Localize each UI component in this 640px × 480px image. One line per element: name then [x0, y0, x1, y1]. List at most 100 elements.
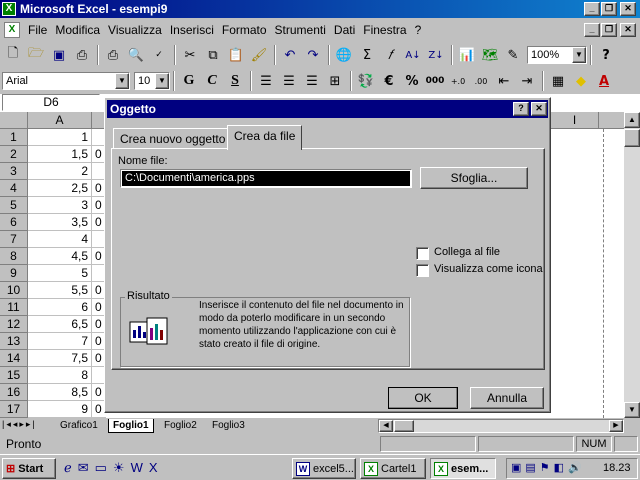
scroll-left-icon[interactable]: ◀ — [379, 420, 393, 432]
function-icon[interactable]: 𝑓 — [379, 44, 401, 66]
merge-center-icon[interactable]: ⊞ — [324, 70, 346, 92]
menu-file[interactable]: File — [24, 23, 51, 37]
dialog-help-button[interactable]: ? — [513, 102, 529, 116]
menu-formato[interactable]: Formato — [218, 23, 271, 37]
doc-close-button[interactable]: ✕ — [620, 23, 636, 37]
row-header[interactable]: 10 — [0, 282, 28, 299]
cell-a[interactable]: 5,5 — [28, 282, 92, 299]
cell-a[interactable]: 8 — [28, 367, 92, 384]
row-header[interactable]: 13 — [0, 333, 28, 350]
sheet-tab-foglio3[interactable]: Foglio3 — [208, 419, 249, 433]
drawing-icon[interactable]: ✎ — [502, 44, 524, 66]
open-folder-icon[interactable]: 🗁 — [25, 44, 47, 66]
document-icon[interactable]: X — [4, 22, 20, 38]
font-color-icon[interactable]: A — [593, 70, 615, 92]
column-header-a[interactable]: A — [28, 112, 92, 129]
row-header[interactable]: 17 — [0, 401, 28, 418]
cell-a[interactable]: 3 — [28, 197, 92, 214]
menu-strumenti[interactable]: Strumenti — [271, 23, 330, 37]
row-header[interactable]: 8 — [0, 248, 28, 265]
sheet-tab-foglio2[interactable]: Foglio2 — [160, 419, 201, 433]
currency-icon[interactable]: 💱 — [355, 70, 377, 92]
font-combo[interactable]: Arial ▼ — [2, 72, 130, 90]
dialog-titlebar[interactable]: Oggetto ? ✕ — [107, 100, 548, 118]
cell-a[interactable]: 2,5 — [28, 180, 92, 197]
cell-a[interactable]: 1 — [28, 129, 92, 146]
row-header[interactable]: 1 — [0, 129, 28, 146]
maximize-button[interactable]: ❐ — [601, 2, 617, 16]
align-right-icon[interactable]: ☰ — [301, 70, 323, 92]
file-name-field[interactable]: C:\Documenti\america.pps — [120, 169, 412, 188]
bold-button[interactable]: G — [178, 70, 200, 92]
print-icon[interactable]: ⎙ — [102, 44, 124, 66]
increase-decimal-icon[interactable]: +.0 — [447, 70, 469, 92]
column-header-j[interactable] — [599, 112, 625, 129]
cut-icon[interactable]: ✂ — [179, 44, 201, 66]
menu-inserisci[interactable]: Inserisci — [166, 23, 218, 37]
display-as-icon-label[interactable]: Visualizza come icona — [434, 263, 543, 275]
align-left-icon[interactable]: ☰ — [255, 70, 277, 92]
doc-minimize-button[interactable]: _ — [584, 23, 600, 37]
desktop-icon[interactable]: ▭ — [95, 460, 113, 475]
redo-icon[interactable]: ↷ — [302, 44, 324, 66]
doc-restore-button[interactable]: ❐ — [601, 23, 617, 37]
menu-help[interactable]: ? — [411, 23, 426, 37]
save-icon[interactable]: ▣ — [48, 44, 70, 66]
scroll-thumb-h[interactable] — [394, 420, 414, 432]
menu-visualizza[interactable]: Visualizza — [104, 23, 166, 37]
menu-finestra[interactable]: Finestra — [359, 23, 410, 37]
font-size-combo[interactable]: 10 ▼ — [134, 72, 170, 90]
cell-a[interactable]: 2 — [28, 163, 92, 180]
office-assistant-icon[interactable]: ? — [595, 44, 617, 66]
sort-descending-icon[interactable]: Z↓ — [425, 44, 447, 66]
new-icon[interactable]: 🗋 — [2, 44, 24, 66]
ie-icon[interactable]: ℯ — [64, 460, 78, 475]
row-header[interactable]: 15 — [0, 367, 28, 384]
row-header[interactable]: 5 — [0, 197, 28, 214]
link-to-file-checkbox[interactable] — [416, 247, 429, 260]
web-print-icon[interactable]: ⎙ — [71, 44, 93, 66]
name-box[interactable]: D6 — [2, 94, 100, 111]
format-painter-icon[interactable]: 🖌 — [248, 44, 270, 66]
outlook-icon[interactable]: ✉ — [78, 460, 95, 475]
vertical-scrollbar[interactable]: ▲ ▼ — [624, 112, 640, 418]
borders-icon[interactable]: ▦ — [547, 70, 569, 92]
cell-a[interactable]: 7 — [28, 333, 92, 350]
cell-a[interactable]: 4 — [28, 231, 92, 248]
browse-button[interactable]: Sfoglia... — [420, 167, 528, 189]
task-cartel1[interactable]: X Cartel1 — [360, 458, 426, 479]
cell-a[interactable]: 3,5 — [28, 214, 92, 231]
cell-a[interactable]: 6 — [28, 299, 92, 316]
chevron-down-icon[interactable]: ▼ — [115, 73, 129, 89]
window-titlebar[interactable]: X Microsoft Excel - esempi9 _ ❐ ✕ — [0, 0, 640, 18]
thousands-separator-button[interactable]: 000 — [424, 70, 446, 92]
hyperlink-icon[interactable]: 🌐 — [333, 44, 355, 66]
chart-wizard-icon[interactable]: 📊 — [456, 44, 478, 66]
menu-modifica[interactable]: Modifica — [51, 23, 104, 37]
paste-icon[interactable]: 📋 — [225, 44, 247, 66]
spelling-icon[interactable]: ✓ — [148, 44, 170, 66]
link-to-file-label[interactable]: Collega al file — [434, 246, 500, 258]
row-header[interactable]: 4 — [0, 180, 28, 197]
fill-color-icon[interactable]: ◆ — [570, 70, 592, 92]
ok-button[interactable]: OK — [388, 387, 458, 409]
increase-indent-icon[interactable]: ⇥ — [516, 70, 538, 92]
decrease-decimal-icon[interactable]: .00 — [470, 70, 492, 92]
channels-icon[interactable]: ☀ — [113, 460, 131, 475]
menu-dati[interactable]: Dati — [330, 23, 359, 37]
zoom-combo[interactable]: 100% ▼ — [527, 46, 587, 64]
cell-a[interactable]: 6,5 — [28, 316, 92, 333]
cell-a[interactable]: 7,5 — [28, 350, 92, 367]
row-header[interactable]: 16 — [0, 384, 28, 401]
task-esempi[interactable]: Xesem... — [430, 458, 496, 479]
horizontal-scrollbar[interactable]: ◀ ▶ — [378, 419, 624, 433]
dialog-close-button[interactable]: ✕ — [531, 102, 547, 116]
word-icon[interactable]: W — [131, 460, 149, 475]
scroll-down-icon[interactable]: ▼ — [624, 402, 640, 418]
cell-a[interactable]: 8,5 — [28, 384, 92, 401]
cell-a[interactable]: 5 — [28, 265, 92, 282]
row-header[interactable]: 3 — [0, 163, 28, 180]
minimize-button[interactable]: _ — [584, 2, 600, 16]
select-all-corner[interactable] — [0, 112, 28, 129]
display-as-icon-checkbox[interactable] — [416, 264, 429, 277]
